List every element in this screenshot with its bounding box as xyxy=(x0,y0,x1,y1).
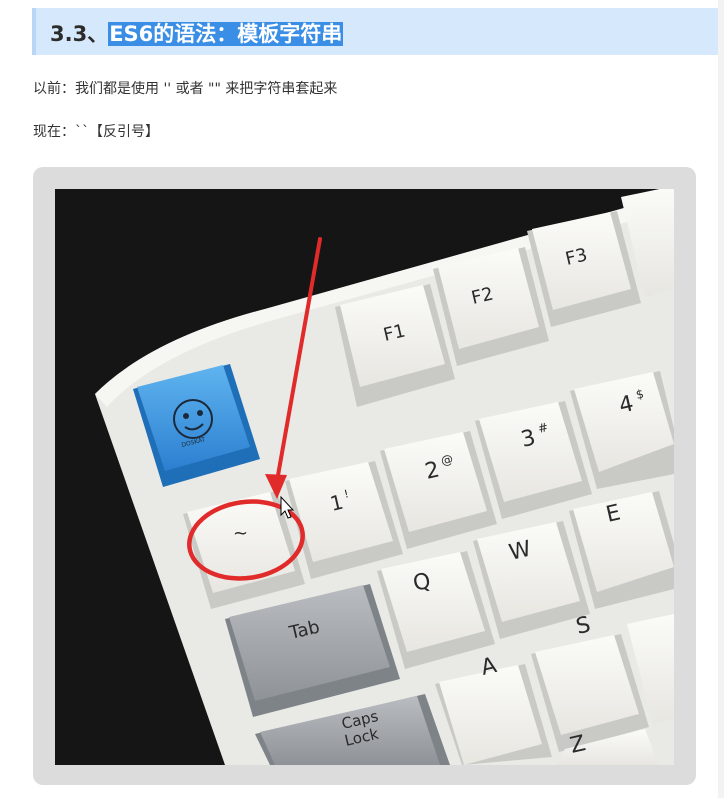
keyboard-illustration: F1 F2 F3 DOSKAT ~ 1 ! 2 @ 3 # 4 $ Tab Q … xyxy=(55,189,674,765)
figure-frame: F1 F2 F3 DOSKAT ~ 1 ! 2 @ 3 # 4 $ Tab Q … xyxy=(33,167,696,785)
section-heading-bar: 3.3、ES6的语法：模板字符串 xyxy=(32,8,724,55)
heading-selected-text[interactable]: ES6的语法：模板字符串 xyxy=(108,22,344,46)
section-heading: 3.3、ES6的语法：模板字符串 xyxy=(50,18,344,48)
key-backtick-label: ~ xyxy=(233,523,248,544)
scrollbar-track[interactable] xyxy=(718,0,724,798)
paragraph-now: 现在：``【反引号】 xyxy=(33,124,159,140)
keyboard-photo: F1 F2 F3 DOSKAT ~ 1 ! 2 @ 3 # 4 $ Tab Q … xyxy=(55,189,674,765)
heading-prefix: 3.3、 xyxy=(50,22,109,46)
paragraph-before: 以前：我们都是使用 '' 或者 "" 来把字符串套起来 xyxy=(33,81,338,97)
